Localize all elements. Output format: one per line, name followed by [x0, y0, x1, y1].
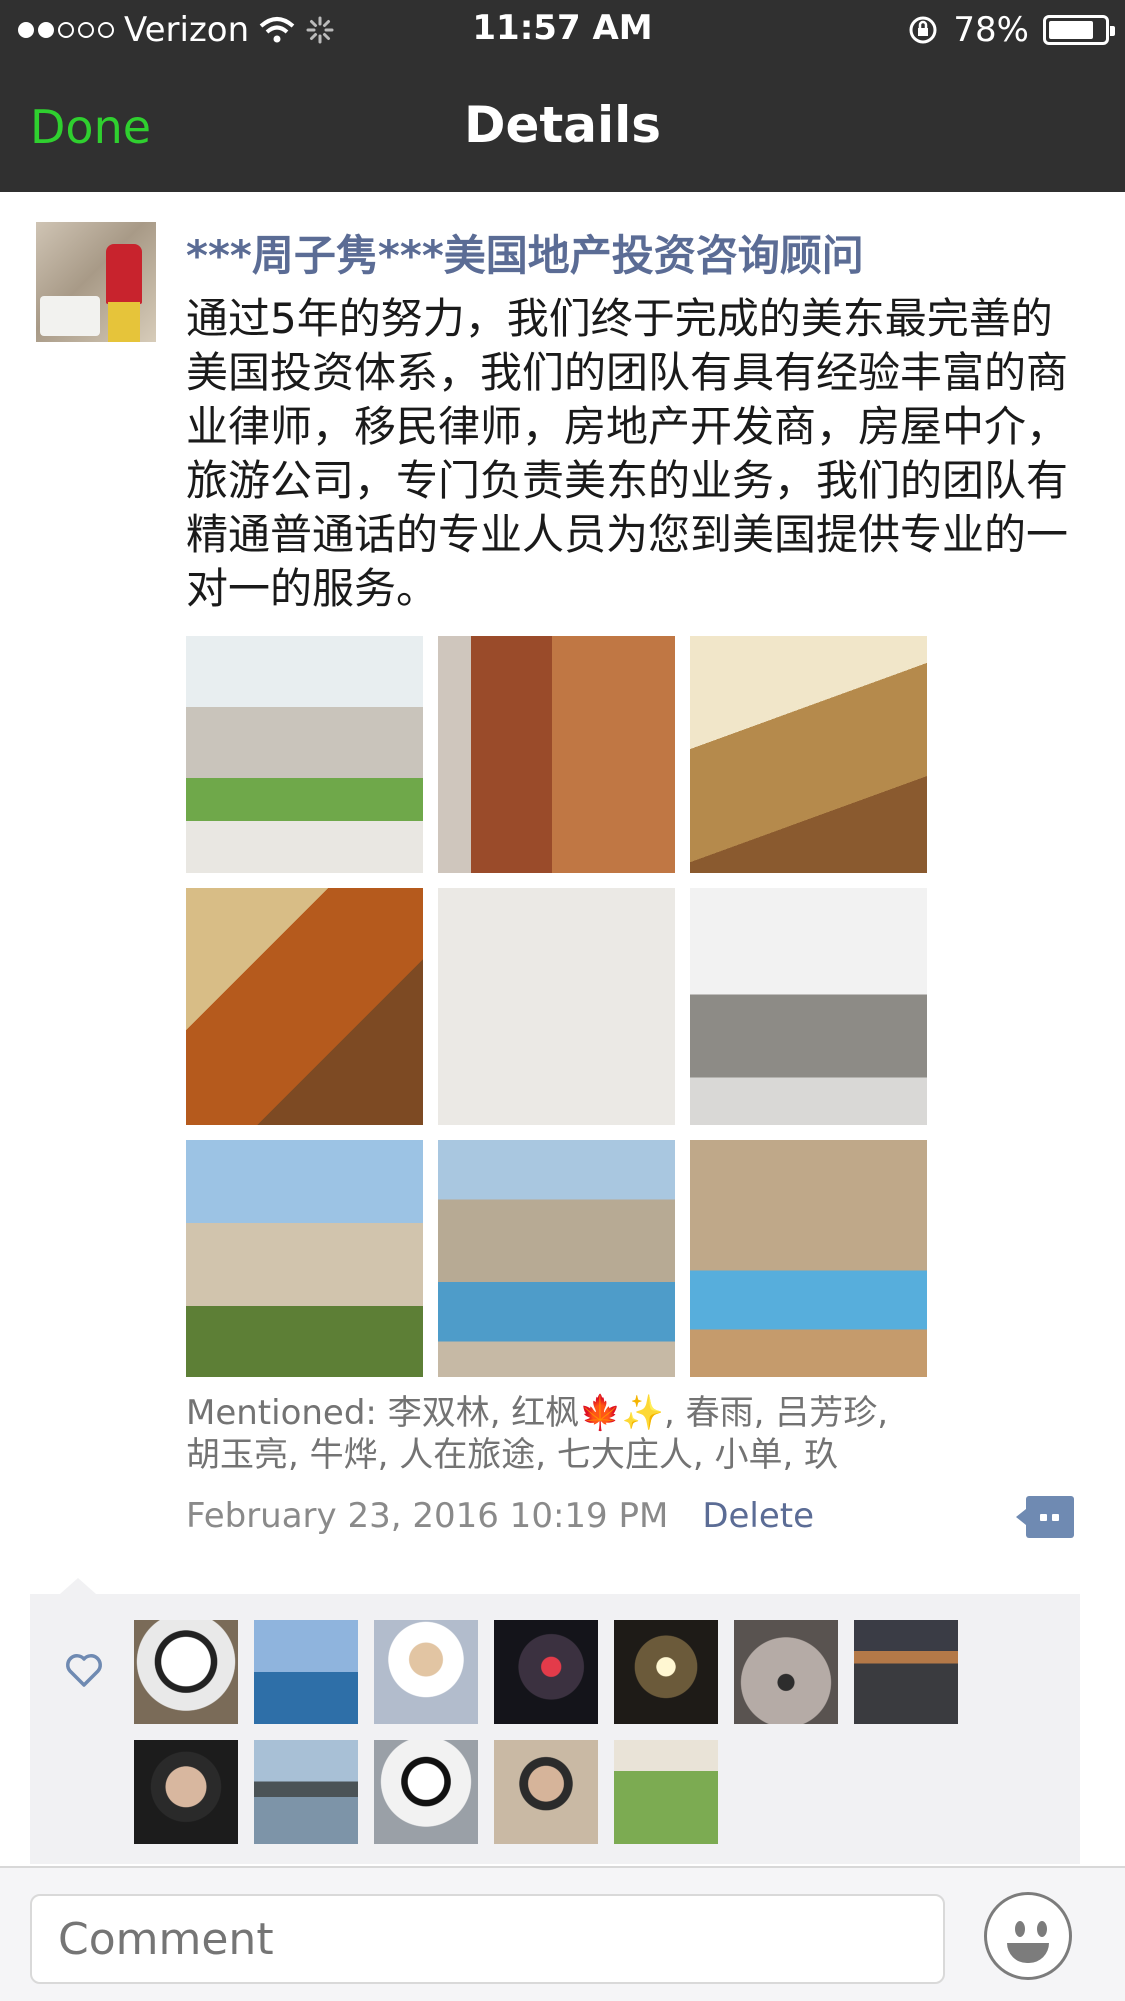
liker-avatar[interactable] — [374, 1740, 478, 1844]
mentioned-line: 胡玉亮, 牛烨, 人在旅途, 七大庄人, 小单, 玖 — [186, 1435, 839, 1475]
liker-avatar[interactable] — [494, 1740, 598, 1844]
pool-house-photo[interactable] — [438, 1140, 675, 1377]
balcony-photo[interactable] — [186, 1140, 423, 1377]
liker-avatar[interactable] — [254, 1620, 358, 1724]
post-content: 通过5年的努力，我们终于完成的美东最完善的美国投资体系，我们的团队有具有经验丰富… — [186, 294, 1069, 613]
liker-avatar[interactable] — [494, 1620, 598, 1724]
liker-avatar[interactable] — [134, 1740, 238, 1844]
blank-photo[interactable] — [438, 888, 675, 1125]
likes-panel — [30, 1594, 1080, 1864]
battery-percent: 78% — [953, 10, 1029, 50]
comment-bar — [0, 1866, 1125, 2001]
liker-avatar[interactable] — [614, 1740, 718, 1844]
likes-pointer — [60, 1578, 96, 1594]
liker-avatar[interactable] — [734, 1620, 838, 1724]
battery-icon — [1043, 15, 1115, 45]
likers-grid — [134, 1620, 1034, 1844]
liker-avatar[interactable] — [854, 1620, 958, 1724]
liker-avatar[interactable] — [134, 1620, 238, 1724]
liker-avatar[interactable] — [374, 1620, 478, 1724]
post-meta: February 23, 2016 10:19 PM Delete — [186, 1496, 814, 1536]
comment-like-menu-icon[interactable] — [1016, 1496, 1074, 1538]
top-bar: Verizon 11:57 AM 78% Done Details — [0, 0, 1125, 192]
ping-pong-room-photo[interactable] — [690, 888, 927, 1125]
mentioned-line: Mentioned: 李双林, 红枫🍁✨, 春雨, 吕芳珍, — [186, 1393, 889, 1433]
living-room-photo[interactable] — [690, 636, 927, 873]
comment-input[interactable] — [30, 1894, 945, 1984]
house-exterior-photo[interactable] — [186, 636, 423, 873]
smiley-icon[interactable] — [984, 1892, 1072, 1980]
spiral-staircase-photo[interactable] — [186, 888, 423, 1125]
photo-grid — [186, 636, 928, 1377]
status-bar: Verizon 11:57 AM 78% — [0, 0, 1125, 64]
page-title: Details — [463, 96, 662, 154]
orientation-lock-icon — [909, 16, 937, 44]
delete-button[interactable]: Delete — [702, 1496, 814, 1536]
mentioned-list: Mentioned: 李双林, 红枫🍁✨, 春雨, 吕芳珍, 胡玉亮, 牛烨, … — [186, 1392, 1006, 1476]
post-timestamp: February 23, 2016 10:19 PM — [186, 1496, 669, 1536]
kitchen-photo[interactable] — [438, 636, 675, 873]
author-avatar[interactable] — [36, 222, 156, 342]
backyard-pool-photo[interactable] — [690, 1140, 927, 1377]
liker-avatar[interactable] — [614, 1620, 718, 1724]
heart-icon — [66, 1654, 102, 1687]
author-name[interactable]: ***周子隽***美国地产投资咨询顾问 — [186, 222, 864, 283]
liker-avatar[interactable] — [254, 1740, 358, 1844]
